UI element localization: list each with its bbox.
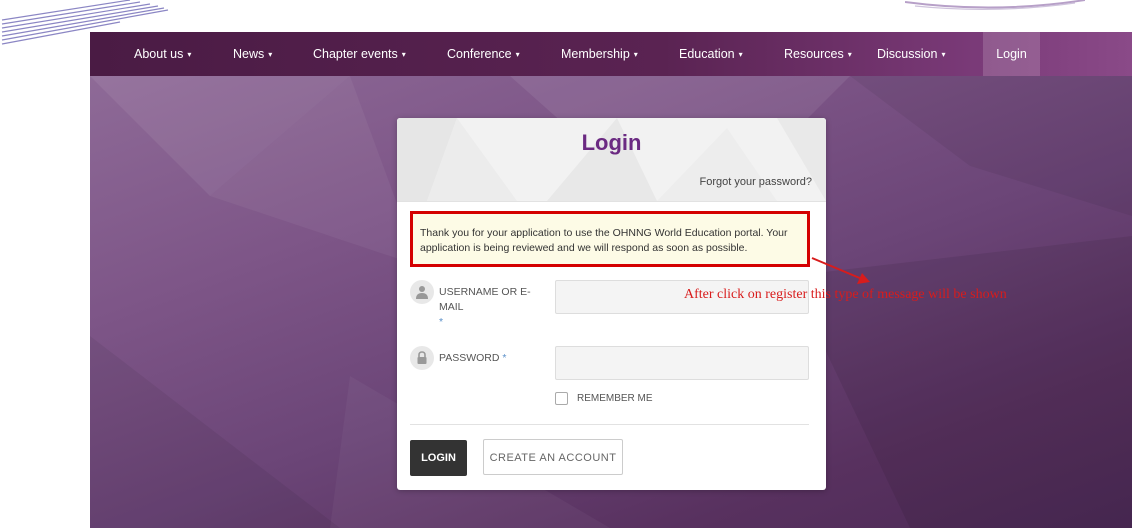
nav-label: Conference <box>447 47 512 61</box>
chevron-down-icon: ▾ <box>738 50 743 59</box>
password-label: PASSWORD * <box>439 351 539 366</box>
nav-news[interactable]: News ▾ <box>233 32 272 76</box>
nav-chapter-events[interactable]: Chapter events ▾ <box>313 32 406 76</box>
nav-label: Education <box>679 47 735 61</box>
chevron-down-icon: ▾ <box>633 50 638 59</box>
lock-icon <box>410 346 434 370</box>
nav-about-us[interactable]: About us ▾ <box>134 32 191 76</box>
password-label-text: PASSWORD <box>439 352 500 364</box>
nav-label: About us <box>134 47 184 61</box>
nav-label: Chapter events <box>313 47 398 61</box>
login-card: Login Forgot your password? Thank you fo… <box>397 118 826 490</box>
create-account-button[interactable]: CREATE AN ACCOUNT <box>483 439 623 475</box>
annotation-text: After click on register this type of mes… <box>684 287 1007 302</box>
password-input[interactable] <box>555 346 809 380</box>
required-marker: * <box>439 316 444 328</box>
nav-label: Resources <box>784 47 844 61</box>
nav-resources[interactable]: Resources ▾ <box>784 32 852 76</box>
nav-login[interactable]: Login <box>983 32 1040 76</box>
login-button[interactable]: LOGIN <box>410 440 467 476</box>
nav-label: Membership <box>561 47 630 61</box>
user-icon <box>410 280 434 304</box>
nav-discussion[interactable]: Discussion ▾ <box>877 32 945 76</box>
remember-me-checkbox[interactable] <box>555 392 568 405</box>
required-marker: * <box>502 352 507 364</box>
chevron-down-icon: ▾ <box>515 50 520 59</box>
username-label-text: USERNAME OR E-MAIL <box>439 286 531 313</box>
nav-education[interactable]: Education ▾ <box>679 32 743 76</box>
chevron-down-icon: ▾ <box>941 50 946 59</box>
remember-me-label[interactable]: REMEMBER ME <box>577 393 653 404</box>
application-message-box: Thank you for your application to use th… <box>410 211 810 267</box>
login-title: Login <box>581 130 642 155</box>
nav-conference[interactable]: Conference ▾ <box>447 32 520 76</box>
login-card-header: Login Forgot your password? <box>397 118 826 202</box>
decorative-swoosh-right <box>905 0 1085 10</box>
chevron-down-icon: ▾ <box>268 50 273 59</box>
main-navbar: About us ▾ News ▾ Chapter events ▾ Conferen… <box>90 32 1132 76</box>
chevron-down-icon: ▾ <box>187 50 192 59</box>
application-message: Thank you for your application to use th… <box>420 227 788 254</box>
divider <box>410 424 809 425</box>
chevron-down-icon: ▾ <box>401 50 406 59</box>
username-label: USERNAME OR E-MAIL * <box>439 285 539 330</box>
nav-label: Discussion <box>877 47 938 61</box>
nav-membership[interactable]: Membership ▾ <box>561 32 638 76</box>
forgot-password-link[interactable]: Forgot your password? <box>700 176 813 188</box>
nav-label: News <box>233 47 265 61</box>
chevron-down-icon: ▾ <box>847 50 852 59</box>
